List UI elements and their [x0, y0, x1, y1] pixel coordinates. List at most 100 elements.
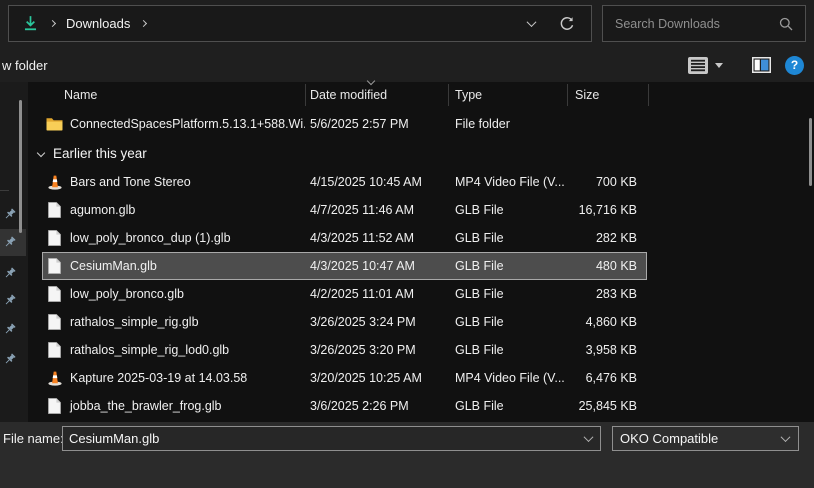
file-row[interactable]: rathalos_simple_rig_lod0.glb 3/26/2025 3:… — [28, 336, 814, 364]
column-separator[interactable] — [305, 84, 306, 106]
new-folder-button[interactable]: w folder — [2, 58, 48, 73]
file-name-text: rathalos_simple_rig_lod0.glb — [70, 343, 229, 357]
type-cell: GLB File — [448, 308, 567, 336]
file-name-cell: Kapture 2025-03-19 at 14.03.58 — [28, 364, 305, 392]
file-name-cell: rathalos_simple_rig_lod0.glb — [28, 336, 305, 364]
file-name-text: CesiumMan.glb — [70, 259, 157, 273]
address-bar[interactable]: Downloads — [8, 5, 592, 42]
file-row[interactable]: CesiumMan.glb4/3/2025 10:47 AMGLB File48… — [28, 252, 814, 280]
file-name-cell: agumon.glb — [28, 196, 305, 224]
date-modified-cell: 4/7/2025 11:46 AM — [305, 196, 448, 224]
pushpin-icon[interactable] — [3, 267, 16, 280]
file-icon — [46, 286, 63, 302]
file-type-value: OKO Compatible — [620, 431, 718, 446]
chevron-down-icon[interactable] — [584, 432, 594, 442]
file-name-text: ConnectedSpacesPlatform.5.13.1+588.Wi... — [70, 117, 305, 131]
file-name-input[interactable] — [69, 431, 585, 446]
refresh-icon[interactable] — [559, 16, 575, 32]
file-row[interactable]: agumon.glb4/7/2025 11:46 AMGLB File16,71… — [28, 196, 814, 224]
type-cell: File folder — [448, 110, 567, 138]
pushpin-icon[interactable] — [3, 294, 16, 307]
file-name-cell: Bars and Tone Stereo — [28, 168, 305, 196]
search-input[interactable] — [615, 17, 779, 31]
file-row[interactable]: Kapture 2025-03-19 at 14.03.58 3/20/2025 … — [28, 364, 814, 392]
date-modified-cell: 3/26/2025 3:20 PM — [305, 336, 448, 364]
details-view-icon[interactable] — [688, 57, 708, 74]
date-modified-cell: 4/3/2025 10:47 AM — [305, 252, 448, 280]
view-dropdown-icon[interactable] — [715, 63, 723, 68]
date-modified-cell: 4/15/2025 10:45 AM — [305, 168, 448, 196]
date-modified-cell: 3/6/2025 2:26 PM — [305, 392, 448, 420]
type-cell: MP4 Video File (V... — [448, 168, 567, 196]
nav-scrollbar[interactable] — [19, 100, 22, 233]
column-header-size[interactable]: Size — [567, 88, 648, 102]
type-cell: GLB File — [448, 280, 567, 308]
column-separator[interactable] — [567, 84, 568, 106]
file-type-dropdown[interactable]: OKO Compatible — [612, 426, 799, 451]
file-name-text: agumon.glb — [70, 203, 135, 217]
column-headers: Name Date modified Type Size — [28, 82, 814, 108]
file-name-text: low_poly_bronco.glb — [70, 287, 184, 301]
nav-separator — [0, 190, 9, 191]
file-row[interactable]: jobba_the_brawler_frog.glb 3/6/2025 2:26 … — [28, 392, 814, 420]
column-separator[interactable] — [648, 84, 649, 106]
size-cell: 25,845 KB — [567, 392, 648, 420]
file-icon — [46, 230, 63, 246]
file-name-text: low_poly_bronco_dup (1).glb — [70, 231, 231, 245]
group-header[interactable]: Earlier this year — [28, 138, 814, 168]
file-icon — [46, 258, 63, 274]
breadcrumb-chevron-icon — [49, 20, 56, 27]
help-icon[interactable]: ? — [785, 56, 804, 75]
file-icon — [46, 314, 63, 330]
file-name-text: rathalos_simple_rig.glb — [70, 315, 199, 329]
file-name-cell: low_poly_bronco.glb — [28, 280, 305, 308]
pushpin-icon[interactable] — [3, 236, 16, 249]
file-row[interactable]: low_poly_bronco_dup (1).glb 4/3/2025 11:5… — [28, 224, 814, 252]
column-header-name[interactable]: Name — [28, 88, 305, 102]
type-cell: GLB File — [448, 224, 567, 252]
type-cell: MP4 Video File (V... — [448, 364, 567, 392]
size-cell — [567, 110, 648, 138]
file-icon — [46, 342, 63, 358]
file-icon — [46, 202, 63, 218]
breadcrumb-location[interactable]: Downloads — [66, 16, 130, 31]
file-icon — [46, 398, 63, 414]
dialog-footer: File name: OKO Compatible Open Cancel — [0, 422, 814, 488]
date-modified-cell: 5/6/2025 2:57 PM — [305, 110, 448, 138]
file-name-cell: ConnectedSpacesPlatform.5.13.1+588.Wi... — [28, 110, 305, 138]
date-modified-cell: 4/2/2025 11:01 AM — [305, 280, 448, 308]
vlc-cone-icon — [46, 370, 63, 386]
pushpin-icon[interactable] — [3, 323, 16, 336]
size-cell: 3,958 KB — [567, 336, 648, 364]
file-name-cell: low_poly_bronco_dup (1).glb — [28, 224, 305, 252]
search-box[interactable] — [602, 5, 806, 42]
file-name-combobox[interactable] — [62, 426, 601, 451]
type-cell: GLB File — [448, 196, 567, 224]
pushpin-icon[interactable] — [3, 208, 16, 221]
address-dropdown-icon[interactable] — [527, 17, 537, 27]
preview-pane-icon[interactable] — [752, 57, 771, 73]
downloads-icon — [22, 15, 39, 32]
date-modified-cell: 3/20/2025 10:25 AM — [305, 364, 448, 392]
file-row[interactable]: ConnectedSpacesPlatform.5.13.1+588.Wi...… — [28, 110, 814, 138]
file-row[interactable]: rathalos_simple_rig.glb3/26/2025 3:24 PM… — [28, 308, 814, 336]
column-header-type[interactable]: Type — [448, 88, 567, 102]
group-header-label: Earlier this year — [53, 146, 147, 161]
file-name-label: File name: — [3, 431, 64, 446]
type-cell: GLB File — [448, 252, 567, 280]
search-icon — [779, 17, 793, 31]
pushpin-icon[interactable] — [3, 353, 16, 366]
file-name-cell: CesiumMan.glb — [28, 252, 305, 280]
file-row[interactable]: low_poly_bronco.glb 4/2/2025 11:01 AMGLB … — [28, 280, 814, 308]
date-modified-cell: 4/3/2025 11:52 AM — [305, 224, 448, 252]
file-name-text: Bars and Tone Stereo — [70, 175, 191, 189]
file-name-cell: rathalos_simple_rig.glb — [28, 308, 305, 336]
size-cell: 4,860 KB — [567, 308, 648, 336]
column-header-date-modified[interactable]: Date modified — [305, 88, 448, 102]
size-cell: 283 KB — [567, 280, 648, 308]
file-row[interactable]: Bars and Tone Stereo 4/15/2025 10:45 AMMP… — [28, 168, 814, 196]
column-separator[interactable] — [448, 84, 449, 106]
vlc-cone-icon — [46, 174, 63, 190]
file-name-text: Kapture 2025-03-19 at 14.03.58 — [70, 371, 247, 385]
file-name-text: jobba_the_brawler_frog.glb — [70, 399, 222, 413]
